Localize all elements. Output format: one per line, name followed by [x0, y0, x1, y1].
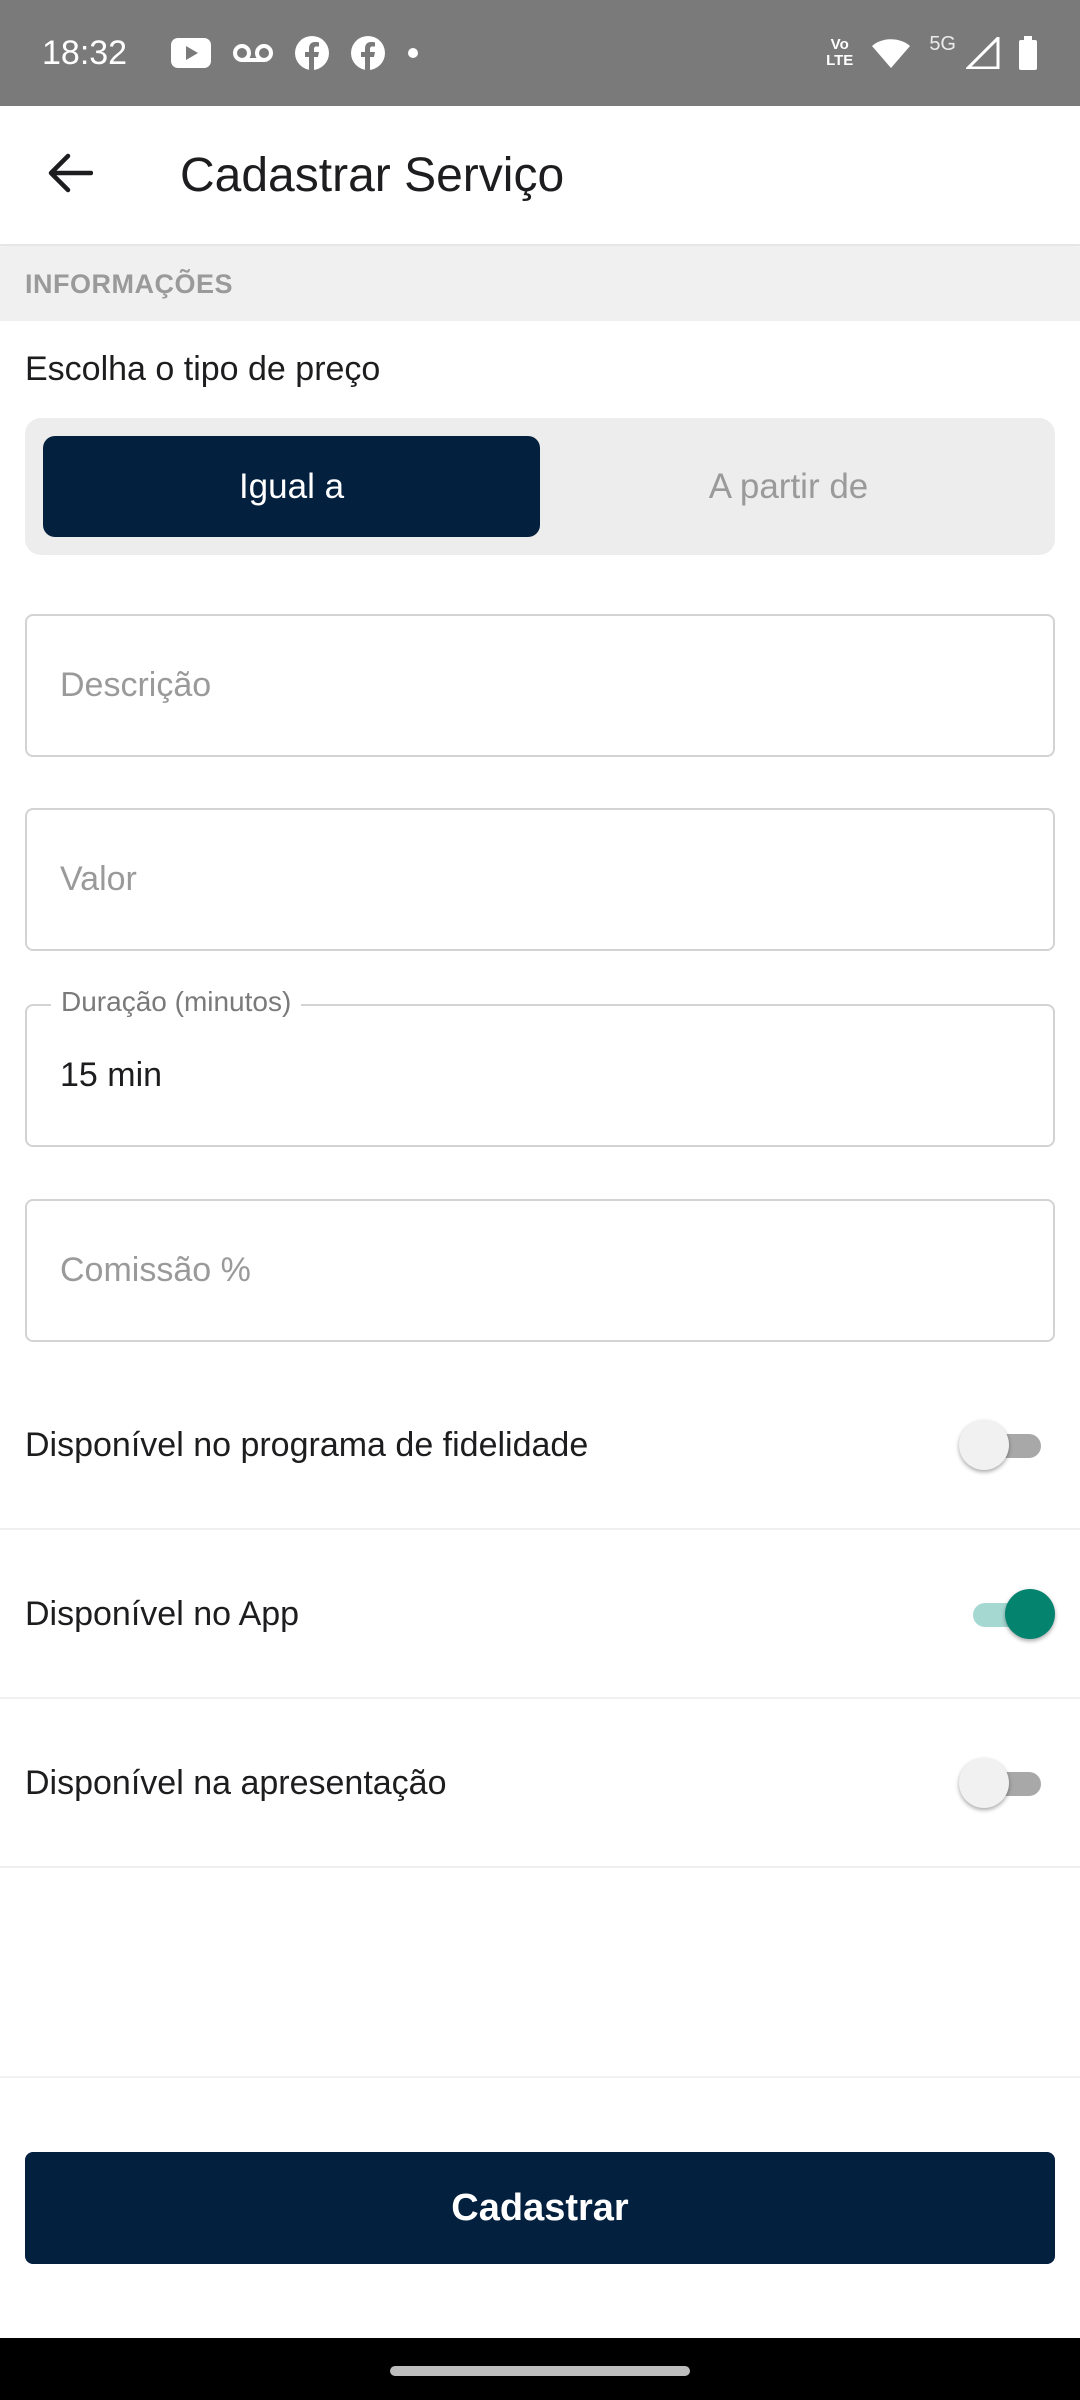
page-title: Cadastrar Serviço [180, 148, 565, 202]
wifi-icon [871, 37, 911, 69]
app-switch[interactable] [965, 1588, 1055, 1640]
arrow-back-icon [47, 153, 94, 198]
volte-line1: Vo [830, 36, 849, 53]
commission-field[interactable] [25, 1199, 1055, 1342]
value-input[interactable] [60, 860, 1053, 899]
status-left: 18:32 [42, 34, 419, 73]
signal-icon [966, 37, 1000, 69]
toggle-label-app: Disponível no App [25, 1594, 300, 1633]
facebook-icon [295, 36, 330, 70]
status-right: Vo LTE 5G [826, 32, 1038, 70]
switch-thumb [1005, 1589, 1055, 1639]
status-time: 18:32 [42, 33, 128, 72]
volte-icon: Vo LTE [826, 37, 853, 69]
section-header: INFORMAÇÕES [0, 247, 1080, 321]
submit-button[interactable]: Cadastrar [25, 2152, 1055, 2264]
network-type: 5G [929, 32, 956, 55]
toggle-row-fidelity[interactable]: Disponível no programa de fidelidade [0, 1362, 1080, 1530]
section-title: INFORMAÇÕES [25, 268, 233, 299]
youtube-icon [171, 38, 212, 68]
home-indicator[interactable] [390, 2366, 690, 2376]
app-bar: Cadastrar Serviço [0, 106, 1080, 246]
bottom-divider [0, 2076, 1080, 2078]
price-type-selector: Igual a A partir de [25, 418, 1055, 555]
system-nav-bar [0, 2338, 1080, 2400]
duration-input[interactable] [60, 1056, 1053, 1095]
voicemail-icon [233, 42, 274, 64]
price-option-from[interactable]: A partir de [540, 436, 1037, 537]
toggle-label-presentation: Disponível na apresentação [25, 1763, 447, 1802]
volte-line2: LTE [826, 52, 854, 69]
description-field[interactable] [25, 614, 1055, 757]
price-type-label: Escolha o tipo de preço [25, 350, 381, 388]
duration-label: Duração (minutos) [51, 986, 302, 1018]
dot-icon [407, 47, 419, 59]
value-field[interactable] [25, 808, 1055, 951]
toggle-row-app[interactable]: Disponível no App [0, 1531, 1080, 1699]
battery-icon [1018, 36, 1038, 70]
back-button[interactable] [0, 105, 140, 245]
description-input[interactable] [60, 666, 1053, 705]
status-bar: 18:32 Vo LTE 5G [0, 0, 1080, 106]
commission-input[interactable] [60, 1251, 1053, 1290]
toggle-label-fidelity: Disponível no programa de fidelidade [25, 1425, 589, 1464]
switch-thumb [959, 1420, 1009, 1470]
facebook-icon [351, 36, 386, 70]
fidelity-switch[interactable] [959, 1419, 1049, 1471]
price-option-equal[interactable]: Igual a [43, 436, 540, 537]
switch-thumb [959, 1758, 1009, 1808]
duration-field[interactable]: Duração (minutos) [25, 986, 1055, 1147]
toggle-row-presentation[interactable]: Disponível na apresentação [0, 1700, 1080, 1868]
presentation-switch[interactable] [959, 1757, 1049, 1809]
